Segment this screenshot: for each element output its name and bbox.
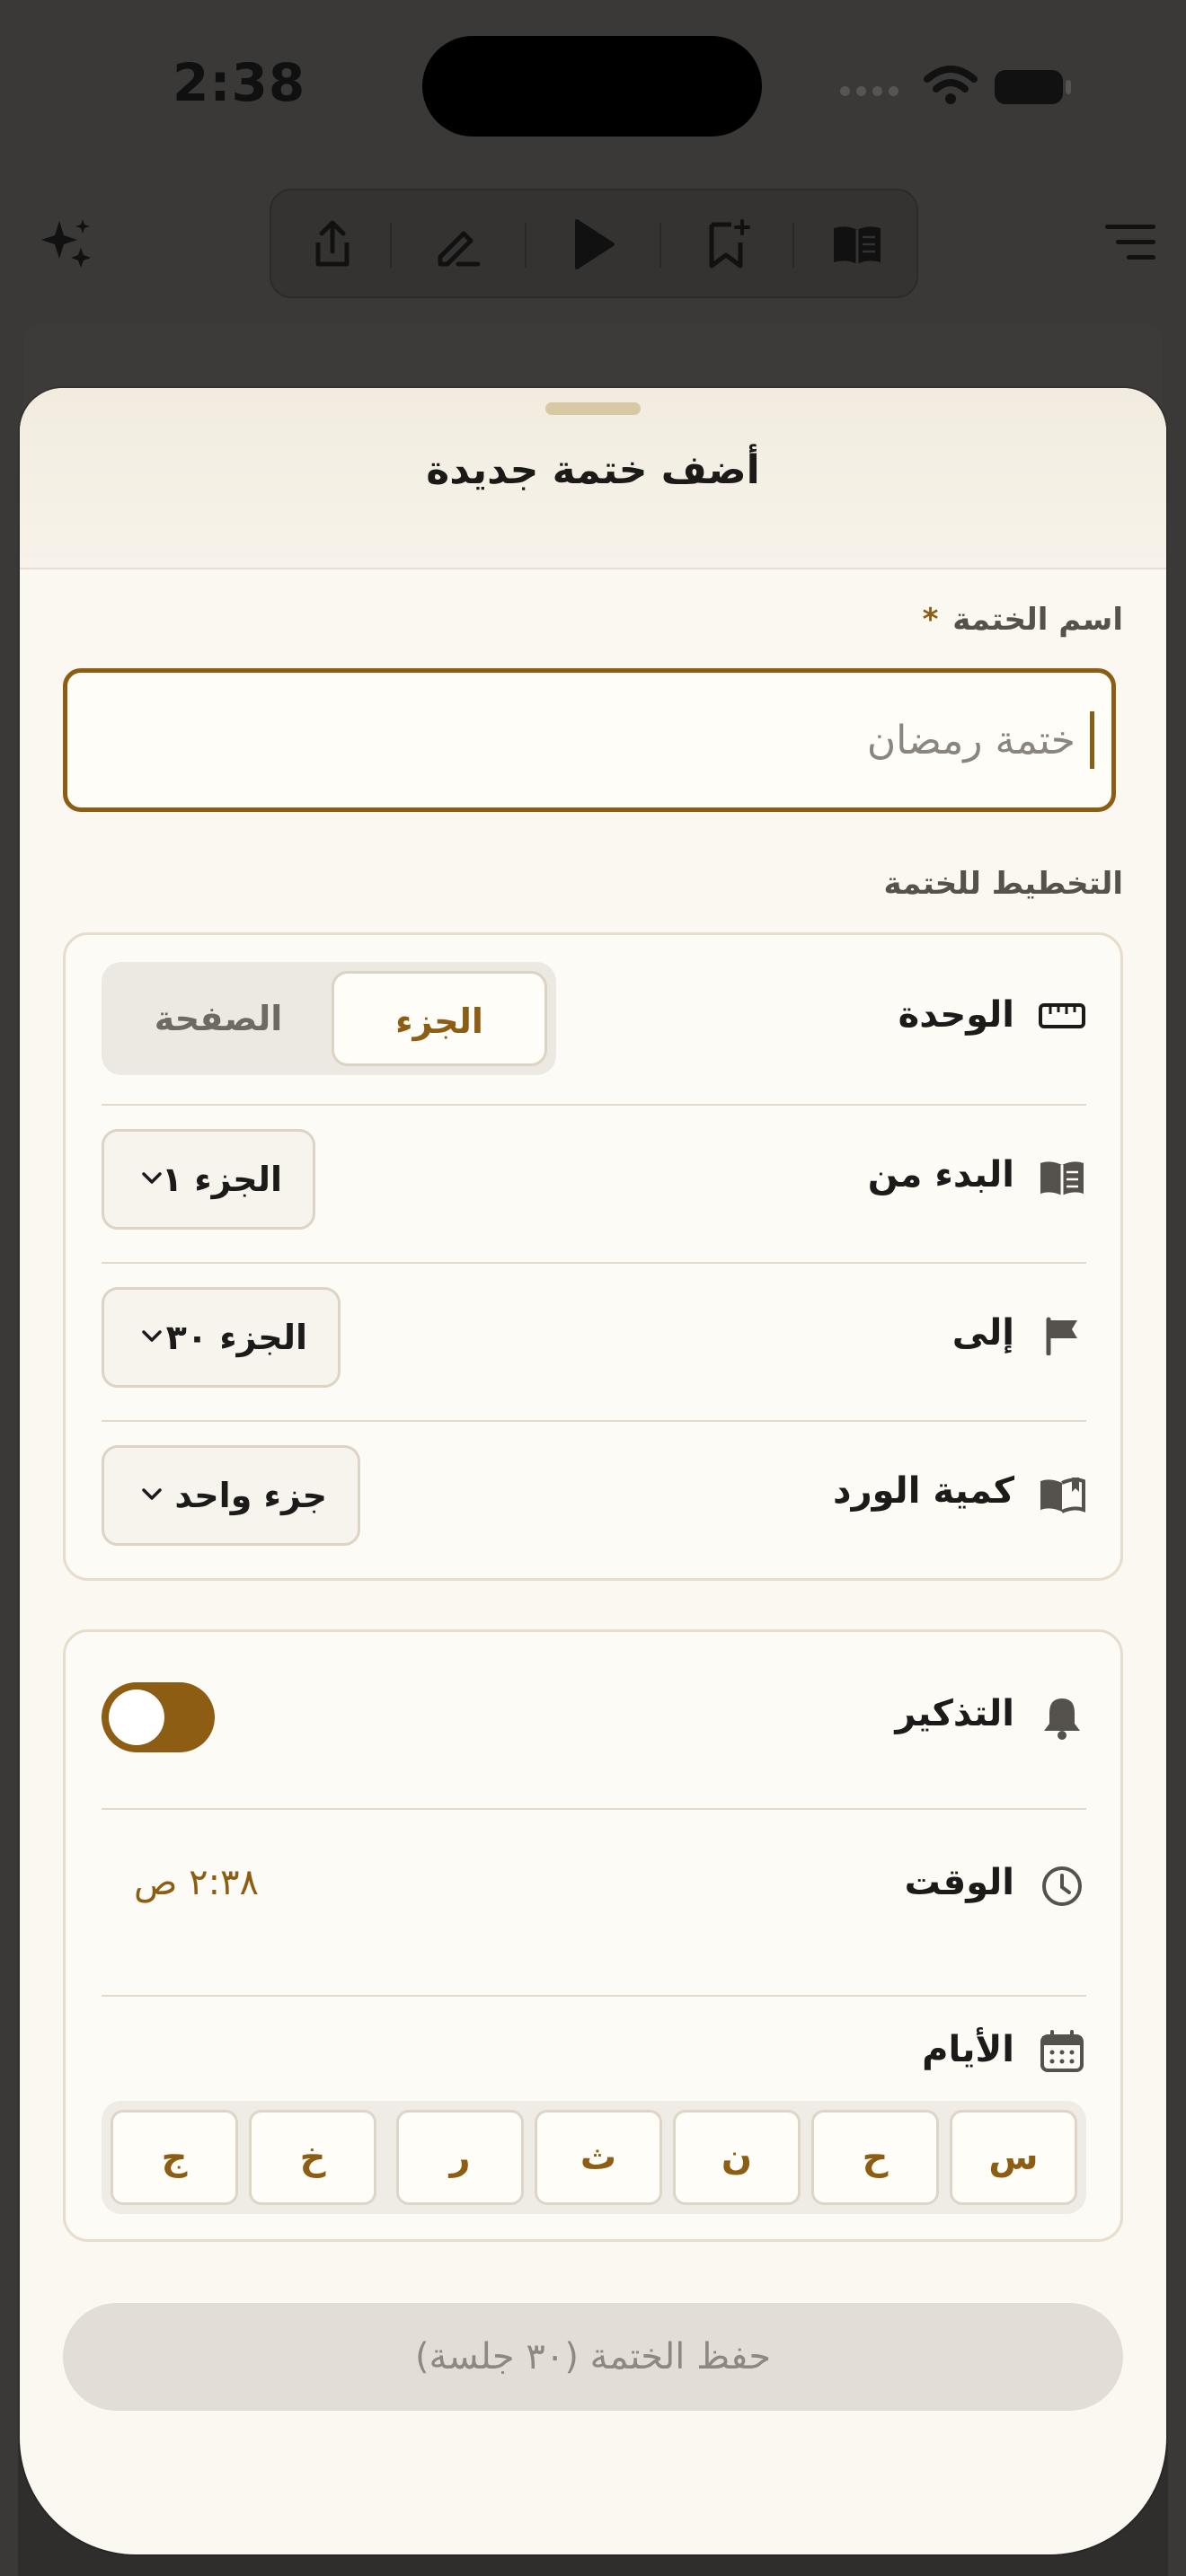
divider	[102, 1262, 1086, 1264]
khatma-name-input[interactable]	[63, 668, 1116, 812]
flag-icon	[1046, 1317, 1077, 1355]
unit-row: الوحدة الجزء الصفحة	[102, 962, 1086, 1075]
days-label: الأيام	[922, 2029, 1014, 2070]
book-read-icon	[1040, 1478, 1085, 1513]
unit-option-juz[interactable]: الجزء	[332, 971, 547, 1066]
play-icon[interactable]	[564, 217, 618, 271]
quran-book-icon[interactable]	[830, 217, 884, 271]
open-book-icon	[1040, 1161, 1084, 1195]
calendar-icon	[1040, 2030, 1084, 2072]
chevron-down-icon	[142, 1330, 162, 1342]
required-mark: *	[922, 602, 939, 638]
signal-dots-icon	[840, 83, 905, 100]
sheet-header: أضف ختمة جديدة	[20, 388, 1166, 569]
sheet-title: أضف ختمة جديدة	[426, 447, 760, 493]
day-thursday[interactable]: خ	[249, 2110, 376, 2205]
sheet-grabber[interactable]	[545, 402, 641, 415]
end-row: إلى الجزء ٣٠	[102, 1287, 1086, 1388]
unit-segmented-control: الجزء الصفحة	[102, 962, 556, 1075]
start-dropdown[interactable]: الجزء ١	[102, 1129, 315, 1230]
amount-row: كمية الورد جزء واحد	[102, 1445, 1086, 1546]
reminder-toggle[interactable]	[102, 1682, 215, 1752]
save-khatma-button[interactable]: حفظ الختمة (٣٠ جلسة)	[63, 2303, 1123, 2411]
name-label: اسم الختمة *	[922, 602, 1123, 638]
clock-icon	[1042, 1866, 1082, 1906]
chevron-down-icon	[142, 1172, 162, 1184]
time-label: الوقت	[904, 1862, 1014, 1903]
toolbar-actions	[270, 189, 918, 298]
day-sunday[interactable]: ح	[811, 2110, 939, 2205]
menu-icon[interactable]	[1105, 223, 1155, 262]
toggle-knob	[109, 1689, 164, 1745]
unit-option-page[interactable]: الصفحة	[111, 971, 326, 1066]
plan-label: التخطيط للختمة	[883, 866, 1124, 902]
end-dropdown[interactable]: الجزء ٣٠	[102, 1287, 341, 1388]
divider	[102, 1995, 1086, 1997]
bookmark-add-icon[interactable]	[701, 217, 755, 271]
wifi-icon	[924, 66, 978, 104]
day-wednesday[interactable]: ر	[396, 2110, 524, 2205]
unit-label: الوحدة	[898, 994, 1014, 1036]
days-selector: س ح ن ث ر خ ج	[102, 2101, 1086, 2214]
start-value: الجزء ١	[161, 1160, 282, 1199]
end-value: الجزء ٣٠	[165, 1318, 307, 1357]
days-row: الأيام	[102, 2016, 1086, 2088]
reminder-label: التذكير	[895, 1693, 1014, 1734]
start-label: البدء من	[867, 1154, 1014, 1195]
divider	[102, 1104, 1086, 1106]
divider	[102, 1808, 1086, 1810]
battery-icon	[995, 70, 1071, 104]
day-tuesday[interactable]: ث	[535, 2110, 662, 2205]
status-bar: 2:38	[0, 0, 1186, 180]
bell-icon	[1044, 1698, 1080, 1740]
amount-value: جزء واحد	[174, 1476, 327, 1515]
day-friday[interactable]: ج	[111, 2110, 238, 2205]
edit-icon[interactable]	[431, 217, 485, 271]
status-indicators	[840, 65, 1083, 110]
dynamic-island	[422, 36, 762, 137]
share-icon[interactable]	[305, 217, 359, 271]
day-monday[interactable]: ن	[673, 2110, 801, 2205]
amount-label: كمية الورد	[833, 1470, 1014, 1512]
ruler-icon	[1039, 1003, 1085, 1028]
chevron-down-icon	[142, 1488, 162, 1500]
reminder-card: التذكير الوقت ٢:٣٨ ص الأيام س ح ن ث ر خ …	[63, 1629, 1123, 2242]
start-row: البدء من الجزء ١	[102, 1129, 1086, 1230]
text-caret	[1090, 711, 1094, 769]
reminder-row: التذكير	[102, 1682, 1086, 1752]
sparkle-icon[interactable]	[38, 216, 95, 273]
divider	[102, 1420, 1086, 1422]
time-value[interactable]: ٢:٣٨ ص	[134, 1862, 259, 1903]
end-label: إلى	[951, 1312, 1014, 1354]
plan-card: الوحدة الجزء الصفحة البدء من الجزء ١ إلى…	[63, 932, 1123, 1581]
day-saturday[interactable]: س	[950, 2110, 1077, 2205]
amount-dropdown[interactable]: جزء واحد	[102, 1445, 360, 1546]
time-row: الوقت ٢:٣٨ ص	[102, 1837, 1086, 1937]
new-khatma-sheet: أضف ختمة جديدة اسم الختمة * التخطيط للخت…	[20, 388, 1166, 2554]
status-time: 2:38	[173, 52, 306, 113]
